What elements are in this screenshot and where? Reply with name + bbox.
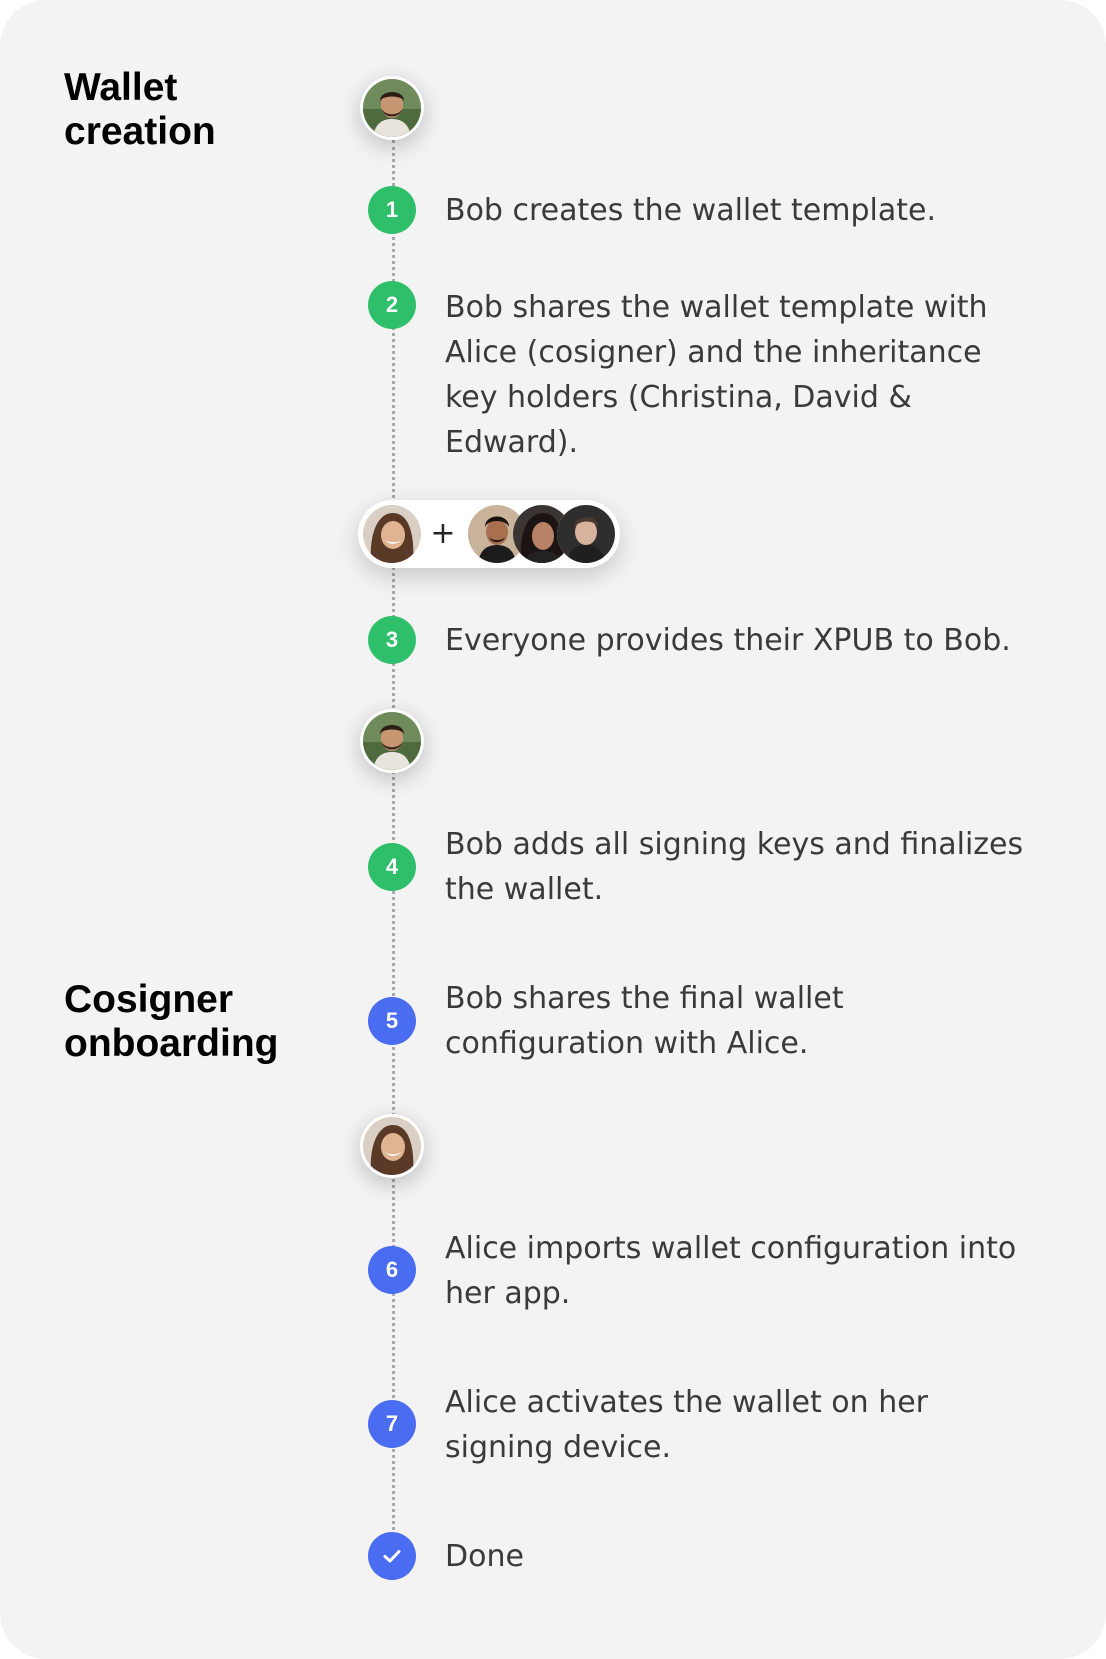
step-text-1: Bob creates the wallet template. — [445, 193, 936, 228]
timeline-card: Wallet creation Cosigner onboarding 1 Bo… — [0, 0, 1106, 1659]
edward-avatar — [557, 505, 615, 563]
alice-avatar — [360, 1114, 424, 1178]
section-title-cosigner-onboarding: Cosigner onboarding — [64, 978, 279, 1065]
step-text-6: Alice imports wallet configuration into … — [445, 1231, 1017, 1311]
step-badge-5: 5 — [368, 997, 416, 1045]
step-badge-7: 7 — [368, 1400, 416, 1448]
section-title-wallet-creation: Wallet creation — [64, 66, 216, 153]
plus-icon: + — [430, 516, 456, 551]
check-icon — [368, 1532, 416, 1580]
step-badge-1: 1 — [368, 186, 416, 234]
step-badge-3: 3 — [368, 616, 416, 664]
step-text-2: Bob shares the wallet template with Alic… — [445, 290, 988, 460]
bob-avatar — [360, 709, 424, 773]
step-badge-6: 6 — [368, 1246, 416, 1294]
participants-group: + — [358, 500, 620, 568]
bob-avatar — [360, 76, 424, 140]
step-text-4: Bob adds all signing keys and finalizes … — [445, 827, 1024, 907]
step-text-7: Alice activates the wallet on her signin… — [445, 1385, 929, 1465]
step-text-3: Everyone provides their XPUB to Bob. — [445, 623, 1011, 658]
step-text-5: Bob shares the final wallet configuratio… — [445, 981, 844, 1061]
step-badge-2: 2 — [368, 281, 416, 329]
done-label: Done — [445, 1539, 524, 1574]
step-badge-4: 4 — [368, 843, 416, 891]
alice-avatar — [363, 505, 421, 563]
